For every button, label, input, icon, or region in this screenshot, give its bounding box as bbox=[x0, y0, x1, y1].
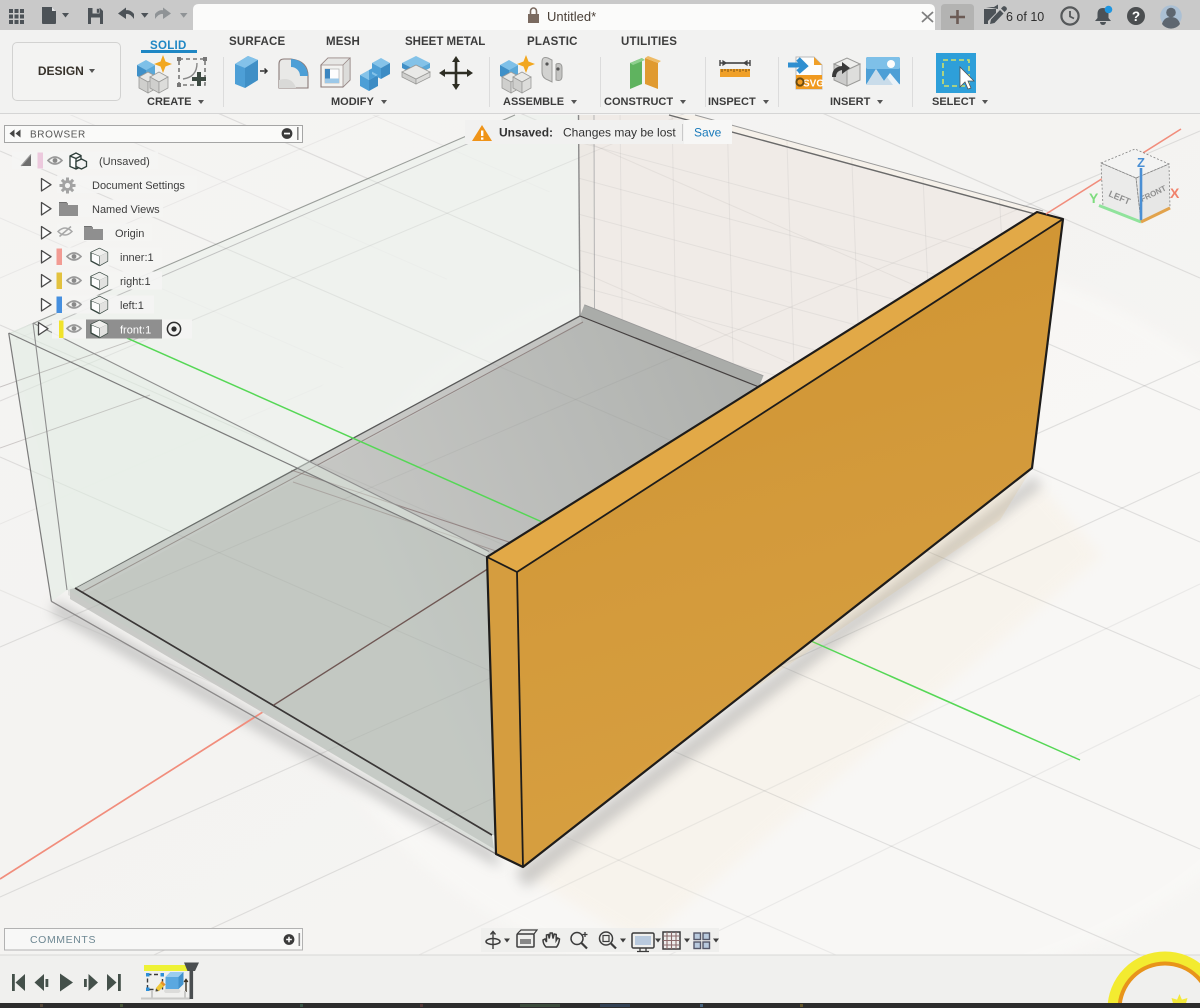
svg-text:Save: Save bbox=[694, 126, 722, 140]
svg-text:Unsaved:: Unsaved: bbox=[499, 126, 553, 140]
svg-text:COMMENTS: COMMENTS bbox=[30, 934, 96, 946]
svg-text:SVG: SVG bbox=[803, 79, 824, 90]
svg-text:Origin: Origin bbox=[115, 228, 144, 240]
svg-text:Named Views: Named Views bbox=[92, 204, 160, 216]
svg-text:Changes may be lost: Changes may be lost bbox=[563, 126, 676, 140]
svg-text:Untitled*: Untitled* bbox=[547, 9, 596, 24]
svg-text:Y: Y bbox=[1089, 190, 1099, 206]
svg-text:(Unsaved): (Unsaved) bbox=[99, 156, 150, 168]
svg-text:6 of 10: 6 of 10 bbox=[1006, 10, 1044, 24]
svg-text:front:1: front:1 bbox=[120, 325, 151, 337]
svg-text:left:1: left:1 bbox=[120, 300, 144, 312]
svg-text:right:1: right:1 bbox=[120, 276, 151, 288]
svg-text:Document Settings: Document Settings bbox=[92, 180, 185, 192]
svg-text:?: ? bbox=[1132, 9, 1140, 24]
svg-text:BROWSER: BROWSER bbox=[30, 130, 86, 141]
svg-text:inner:1: inner:1 bbox=[120, 252, 154, 264]
svg-text:Z: Z bbox=[1137, 155, 1145, 170]
svg-text:X: X bbox=[1170, 185, 1180, 201]
